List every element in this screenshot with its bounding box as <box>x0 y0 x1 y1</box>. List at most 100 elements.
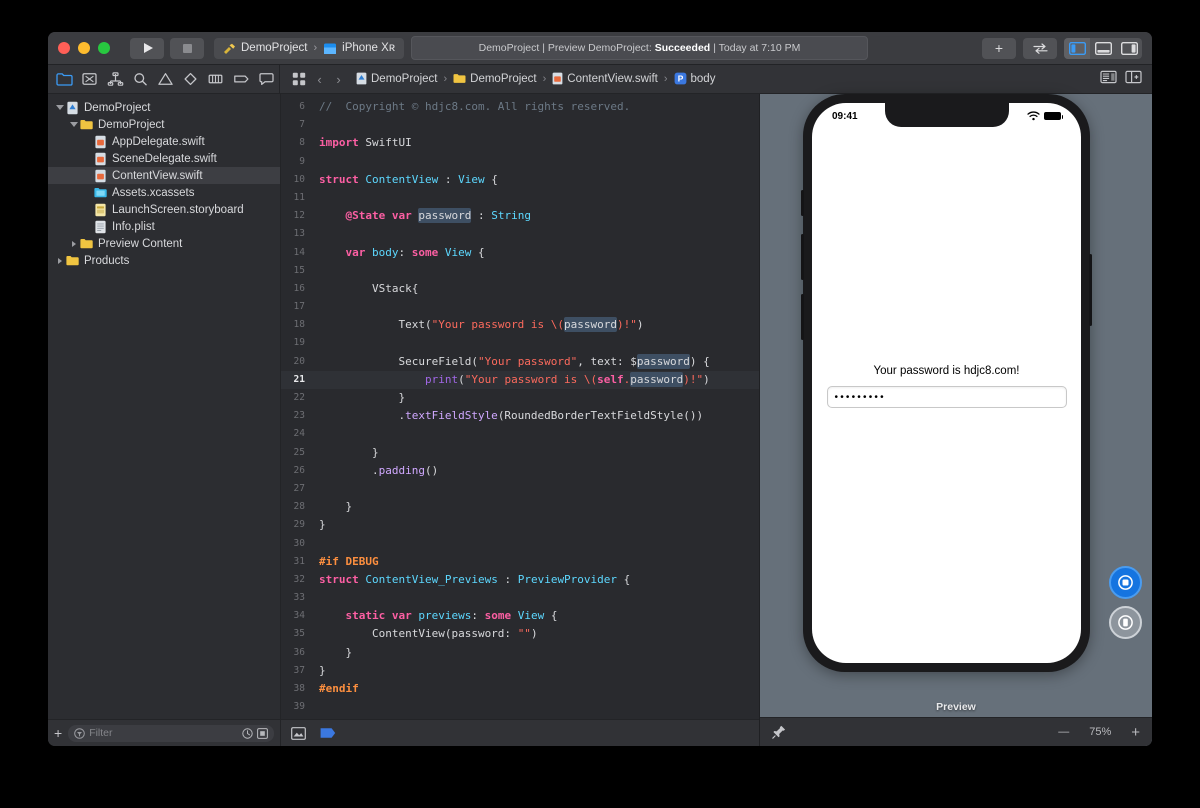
code-line[interactable]: 27 <box>281 480 759 498</box>
code-line[interactable]: 24 <box>281 425 759 443</box>
scheme-selector[interactable]: DemoProject › iPhone Xʀ <box>214 37 405 59</box>
debug-navigator-icon[interactable] <box>203 68 228 90</box>
add-file-button[interactable]: + <box>54 726 62 740</box>
toggle-inspector-button[interactable] <box>1116 38 1142 59</box>
code-line[interactable]: 6 // Copyright © hdjc8.com. All rights re… <box>281 98 759 116</box>
disclosure-closed-icon[interactable] <box>68 240 79 247</box>
secure-field[interactable]: ••••••••• <box>826 386 1067 408</box>
code-line[interactable]: 30 <box>281 535 759 553</box>
maximize-window-button[interactable] <box>98 42 110 54</box>
breadcrumb-swift-icon <box>552 72 563 86</box>
preview-label: Preview <box>936 701 976 713</box>
minimap-icon[interactable] <box>291 726 306 740</box>
run-button[interactable] <box>130 37 164 59</box>
code-line[interactable]: 19 <box>281 334 759 352</box>
code-line[interactable]: 35 ContentView(password: "") <box>281 625 759 643</box>
breadcrumb-item-3[interactable]: body <box>691 73 716 85</box>
blue-flag-icon[interactable] <box>320 727 336 739</box>
code-line[interactable]: 18 Text("Your password is \(password)!") <box>281 316 759 334</box>
file-tree-row[interactable]: AppDelegate.swift <box>48 133 280 150</box>
code-text: var body: some View { <box>345 245 485 259</box>
toggle-navigator-button[interactable] <box>1064 37 1090 59</box>
code-line[interactable]: 28 } <box>281 498 759 516</box>
line-number: 10 <box>293 173 305 185</box>
minimize-window-button[interactable] <box>78 42 90 54</box>
code-line[interactable]: 20 SecureField("Your password", text: $p… <box>281 353 759 371</box>
toggle-debug-area-button[interactable] <box>1090 38 1116 59</box>
test-navigator-icon[interactable] <box>178 68 203 90</box>
swap-editor-button[interactable] <box>1023 37 1057 59</box>
file-tree-row[interactable]: Assets.xcassets <box>48 184 280 201</box>
related-items-icon[interactable] <box>288 72 310 86</box>
issue-navigator-icon[interactable] <box>153 68 178 90</box>
close-window-button[interactable] <box>58 42 70 54</box>
source-control-navigator-icon[interactable] <box>77 68 102 90</box>
device-screen[interactable]: 09:41 Your password is hdjc8.com! ••••••… <box>812 103 1081 663</box>
live-preview-button[interactable] <box>1109 566 1142 599</box>
symbol-navigator-icon[interactable] <box>102 68 127 90</box>
code-line[interactable]: 10 struct ContentView : View { <box>281 171 759 189</box>
code-line[interactable]: 15 <box>281 262 759 280</box>
code-line[interactable]: 32 struct ContentView_Previews : PreviewP… <box>281 571 759 589</box>
code-line[interactable]: 7 <box>281 116 759 134</box>
report-navigator-icon[interactable] <box>254 68 279 90</box>
code-line[interactable]: 26 .padding() <box>281 462 759 480</box>
file-tree-row[interactable]: Products <box>48 252 280 269</box>
line-number: 22 <box>293 392 305 403</box>
code-line[interactable]: 31 #if DEBUG <box>281 553 759 571</box>
file-tree-row[interactable]: DemoProject <box>48 99 280 116</box>
source-editor[interactable]: 6 // Copyright © hdjc8.com. All rights re… <box>281 94 760 746</box>
device-preview-button[interactable] <box>1109 606 1142 639</box>
forward-button[interactable]: › <box>329 72 348 87</box>
code-line[interactable]: 12 @State var password : String <box>281 207 759 225</box>
nested-square-icon[interactable] <box>257 727 268 739</box>
file-tree-row[interactable]: DemoProject <box>48 116 280 133</box>
clock-icon[interactable] <box>242 727 253 739</box>
code-line[interactable]: 36 } <box>281 644 759 662</box>
file-tree-row[interactable]: SceneDelegate.swift <box>48 150 280 167</box>
code-line[interactable]: 14 var body: some View { <box>281 244 759 262</box>
code-line[interactable]: 25 } <box>281 444 759 462</box>
breakpoint-navigator-icon[interactable] <box>229 68 254 90</box>
code-line[interactable]: 33 <box>281 589 759 607</box>
assistant-editor-icon[interactable] <box>1125 70 1142 89</box>
code-line[interactable]: 11 <box>281 189 759 207</box>
window-controls <box>58 42 110 54</box>
code-line[interactable]: 21 print("Your password is \(self.passwo… <box>281 370 759 389</box>
file-tree-row[interactable]: Preview Content <box>48 235 280 252</box>
code-line[interactable]: 17 <box>281 298 759 316</box>
editor-options-icon[interactable] <box>1100 70 1117 89</box>
code-line[interactable]: 39 <box>281 698 759 716</box>
add-editor-button[interactable]: + <box>982 37 1016 59</box>
code-line[interactable]: 29} <box>281 516 759 534</box>
code-line[interactable]: 8 import SwiftUI <box>281 134 759 152</box>
code-line[interactable]: 34 static var previews: some View { <box>281 607 759 625</box>
code-line[interactable]: 38 #endif <box>281 680 759 698</box>
file-tree-row[interactable]: ContentView.swift <box>48 167 280 184</box>
title-bar: DemoProject › iPhone Xʀ DemoProject | Pr… <box>48 32 1152 65</box>
code-lines[interactable]: 6 // Copyright © hdjc8.com. All rights re… <box>281 94 759 719</box>
line-number: 33 <box>293 592 305 604</box>
disclosure-open-icon[interactable] <box>54 105 65 110</box>
file-tree-row[interactable]: Info.plist <box>48 218 280 235</box>
disclosure-open-icon[interactable] <box>68 122 79 127</box>
code-line[interactable]: 13 <box>281 225 759 243</box>
breadcrumb-item-2[interactable]: ContentView.swift <box>567 73 658 85</box>
zoom-in-button[interactable]: + <box>1131 724 1140 741</box>
breadcrumb-item-1[interactable]: DemoProject <box>470 73 536 85</box>
file-tree-row[interactable]: LaunchScreen.storyboard <box>48 201 280 218</box>
find-navigator-icon[interactable] <box>128 68 153 90</box>
code-line[interactable]: 9 <box>281 153 759 171</box>
zoom-out-button[interactable]: — <box>1058 726 1069 738</box>
filter-input[interactable]: Filter <box>68 724 274 742</box>
pin-icon[interactable] <box>772 725 786 739</box>
code-line[interactable]: 37} <box>281 662 759 680</box>
code-line[interactable]: 16 VStack{ <box>281 280 759 298</box>
back-button[interactable]: ‹ <box>310 72 329 87</box>
code-line[interactable]: 23 .textFieldStyle(RoundedBorderTextFiel… <box>281 407 759 425</box>
stop-button[interactable] <box>170 37 204 59</box>
breadcrumb-item-0[interactable]: DemoProject <box>371 73 437 85</box>
code-line[interactable]: 22 } <box>281 389 759 407</box>
project-navigator-icon[interactable] <box>52 68 77 90</box>
disclosure-closed-icon[interactable] <box>54 257 65 264</box>
